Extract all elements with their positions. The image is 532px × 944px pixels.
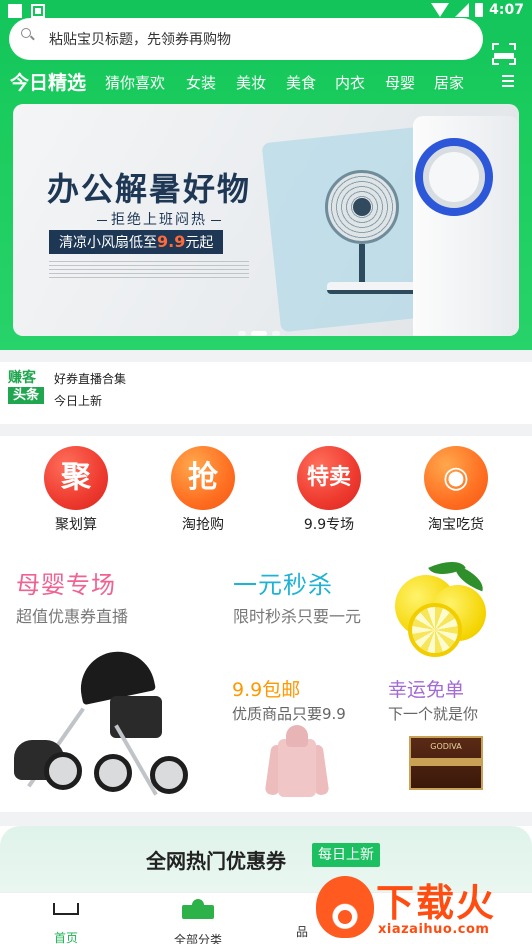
quick-link-9-9[interactable]: 特卖 9.9专场 <box>279 446 379 534</box>
tab-guess-you-like[interactable]: 猜你喜欢 <box>105 72 165 93</box>
quick-link-foodie[interactable]: ◉ 淘宝吃货 <box>406 446 506 534</box>
quick-links: 聚 聚划算 抢 淘抢购 特卖 9.9专场 ◉ 淘宝吃货 <box>0 436 532 546</box>
page-dot-active <box>251 331 267 336</box>
taoqianggou-icon: 抢 <box>171 446 235 510</box>
news-subline: 今日上新 <box>54 394 103 408</box>
category-tabs: 今日精选 猜你喜欢 女装 美妆 美食 内衣 母婴 居家 <box>0 66 532 100</box>
hoodie-image <box>264 721 330 799</box>
wifi-icon <box>431 3 450 17</box>
page-dot <box>238 331 246 336</box>
signal-icon <box>455 3 470 17</box>
fire-logo-icon <box>316 876 374 938</box>
promo-baby-title: 母婴专场 <box>16 571 116 599</box>
promo-flash-title: 一元秒杀 <box>233 571 333 599</box>
category-icon <box>182 899 214 919</box>
tab-maternity[interactable]: 母婴 <box>385 72 415 93</box>
promo-banner[interactable]: 办公解暑好物 拒绝上班闷热 清凉小风扇低至9.9元起 <box>13 104 519 336</box>
search-placeholder: 粘贴宝贝标题，先领券再购物 <box>49 32 231 48</box>
promo-baby-subtitle: 超值优惠券直播 <box>16 607 129 626</box>
scan-icon[interactable] <box>492 43 516 65</box>
banner-price-tag: 清凉小风扇低至9.9元起 <box>49 230 224 254</box>
watermark-name: 下载火 <box>376 881 497 925</box>
news-logo: 赚客 头条 <box>8 370 44 406</box>
tab-today-picks[interactable]: 今日精选 <box>10 68 86 95</box>
search-icon <box>21 28 31 38</box>
stroller-image <box>14 644 194 800</box>
banner-subtitle: 拒绝上班闷热 <box>93 209 225 229</box>
status-time: 4:07 <box>489 2 524 18</box>
quick-link-taoqianggou[interactable]: 抢 淘抢购 <box>153 446 253 534</box>
promo-lucky-subtitle: 下一个就是你 <box>388 705 479 723</box>
watermark-url: xiazaihuo.com <box>378 922 490 937</box>
header: 4:07 粘贴宝贝标题，先领券再购物 今日精选 猜你喜欢 女装 美妆 美食 内衣… <box>0 0 532 350</box>
promo-9-9-title: 9.9包邮 <box>232 679 301 701</box>
tab-women[interactable]: 女装 <box>186 72 216 93</box>
notification-icon <box>8 4 22 18</box>
tab-home-page[interactable]: 首页 <box>26 897 106 944</box>
tab-underwear[interactable]: 内衣 <box>335 72 365 93</box>
chocolate-box-image: GODIVA <box>409 736 483 790</box>
banner-title: 办公解暑好物 <box>47 170 252 208</box>
menu-icon[interactable] <box>502 75 514 87</box>
promo-flash-subtitle: 限时秒杀只要一元 <box>233 607 362 626</box>
desk-fan-image <box>319 170 433 310</box>
page-dot <box>272 331 280 336</box>
tower-fan-image <box>413 116 519 336</box>
news-ticker[interactable]: 赚客 头条 好券直播合集 今日上新 <box>0 362 532 424</box>
tab-all-categories[interactable]: 全部分类 <box>158 897 238 944</box>
tab-home[interactable]: 居家 <box>434 72 464 93</box>
search-input[interactable]: 粘贴宝贝标题，先领券再购物 <box>9 18 483 60</box>
tab-home-label: 首页 <box>53 931 78 944</box>
divider <box>0 424 532 436</box>
banner-pagination <box>238 331 280 336</box>
divider <box>0 350 532 362</box>
divider <box>0 812 532 826</box>
lollipop-icon: ◉ <box>424 446 488 510</box>
home-icon <box>53 903 79 915</box>
hot-coupons-title: 全网热门优惠券 <box>146 849 286 873</box>
juhuasuan-icon: 聚 <box>44 446 108 510</box>
tab-categories-label: 全部分类 <box>173 933 222 944</box>
watermark: 下载火 xiazaihuo.com <box>312 870 532 944</box>
banner-fine-print <box>49 261 249 281</box>
flash-sale-icon: 特卖 <box>297 446 361 510</box>
promo-lucky-title: 幸运免单 <box>388 679 465 701</box>
tab-beauty[interactable]: 美妆 <box>236 72 266 93</box>
tab-food[interactable]: 美食 <box>286 72 316 93</box>
battery-icon <box>475 3 484 17</box>
quick-link-juhuasuan[interactable]: 聚 聚划算 <box>26 446 126 534</box>
daily-new-badge: 每日上新 <box>312 843 380 867</box>
news-headline: 好券直播合集 <box>54 372 127 386</box>
notification-icon-2 <box>31 4 45 18</box>
